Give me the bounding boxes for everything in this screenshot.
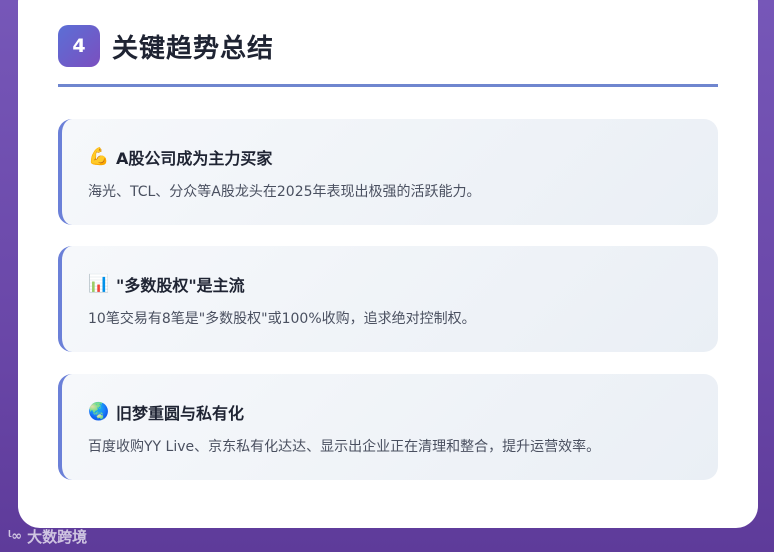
- trend-item-description: 海光、TCL、分众等A股龙头在2025年表现出极强的活跃能力。: [88, 184, 481, 200]
- trend-item: 💪 A股公司成为主力买家 海光、TCL、分众等A股龙头在2025年表现出极强的活…: [58, 119, 718, 225]
- watermark-text: 大数跨境: [27, 528, 88, 546]
- trend-item-title: A股公司成为主力买家: [116, 149, 273, 168]
- header-divider: [58, 84, 718, 87]
- content-card: 4 关键趋势总结 💪 A股公司成为主力买家 海光、TCL、分众等A股龙头在202…: [18, 0, 758, 528]
- section-title: 关键趋势总结: [112, 33, 275, 64]
- trend-item-header: 🌏 旧梦重圆与私有化: [88, 400, 244, 424]
- trend-item-header: 📊 "多数股权"是主流: [88, 272, 245, 296]
- flexed-biceps-icon: 💪: [88, 147, 110, 167]
- trend-item: 📊 "多数股权"是主流 10笔交易有8笔是"多数股权"或100%收购，追求绝对控…: [58, 246, 718, 352]
- trend-item-description: 百度收购YY Live、京东私有化达达、显示出企业正在清理和整合，提升运营效率。: [88, 439, 601, 455]
- trend-item-title: "多数股权"是主流: [116, 276, 245, 295]
- globe-icon: 🌏: [88, 402, 110, 422]
- trend-item-header: 💪 A股公司成为主力买家: [88, 145, 272, 169]
- watermark: ᶩ∞ 大数跨境: [8, 526, 87, 547]
- section-number-badge: 4: [58, 25, 100, 67]
- trend-item-description: 10笔交易有8笔是"多数股权"或100%收购，追求绝对控制权。: [88, 311, 476, 327]
- trend-item: 🌏 旧梦重圆与私有化 百度收购YY Live、京东私有化达达、显示出企业正在清理…: [58, 374, 718, 480]
- bar-chart-icon: 📊: [88, 274, 110, 294]
- trend-item-title: 旧梦重圆与私有化: [116, 404, 245, 423]
- section-header: 4 关键趋势总结: [58, 25, 718, 67]
- watermark-logo-icon: ᶩ∞: [8, 529, 22, 544]
